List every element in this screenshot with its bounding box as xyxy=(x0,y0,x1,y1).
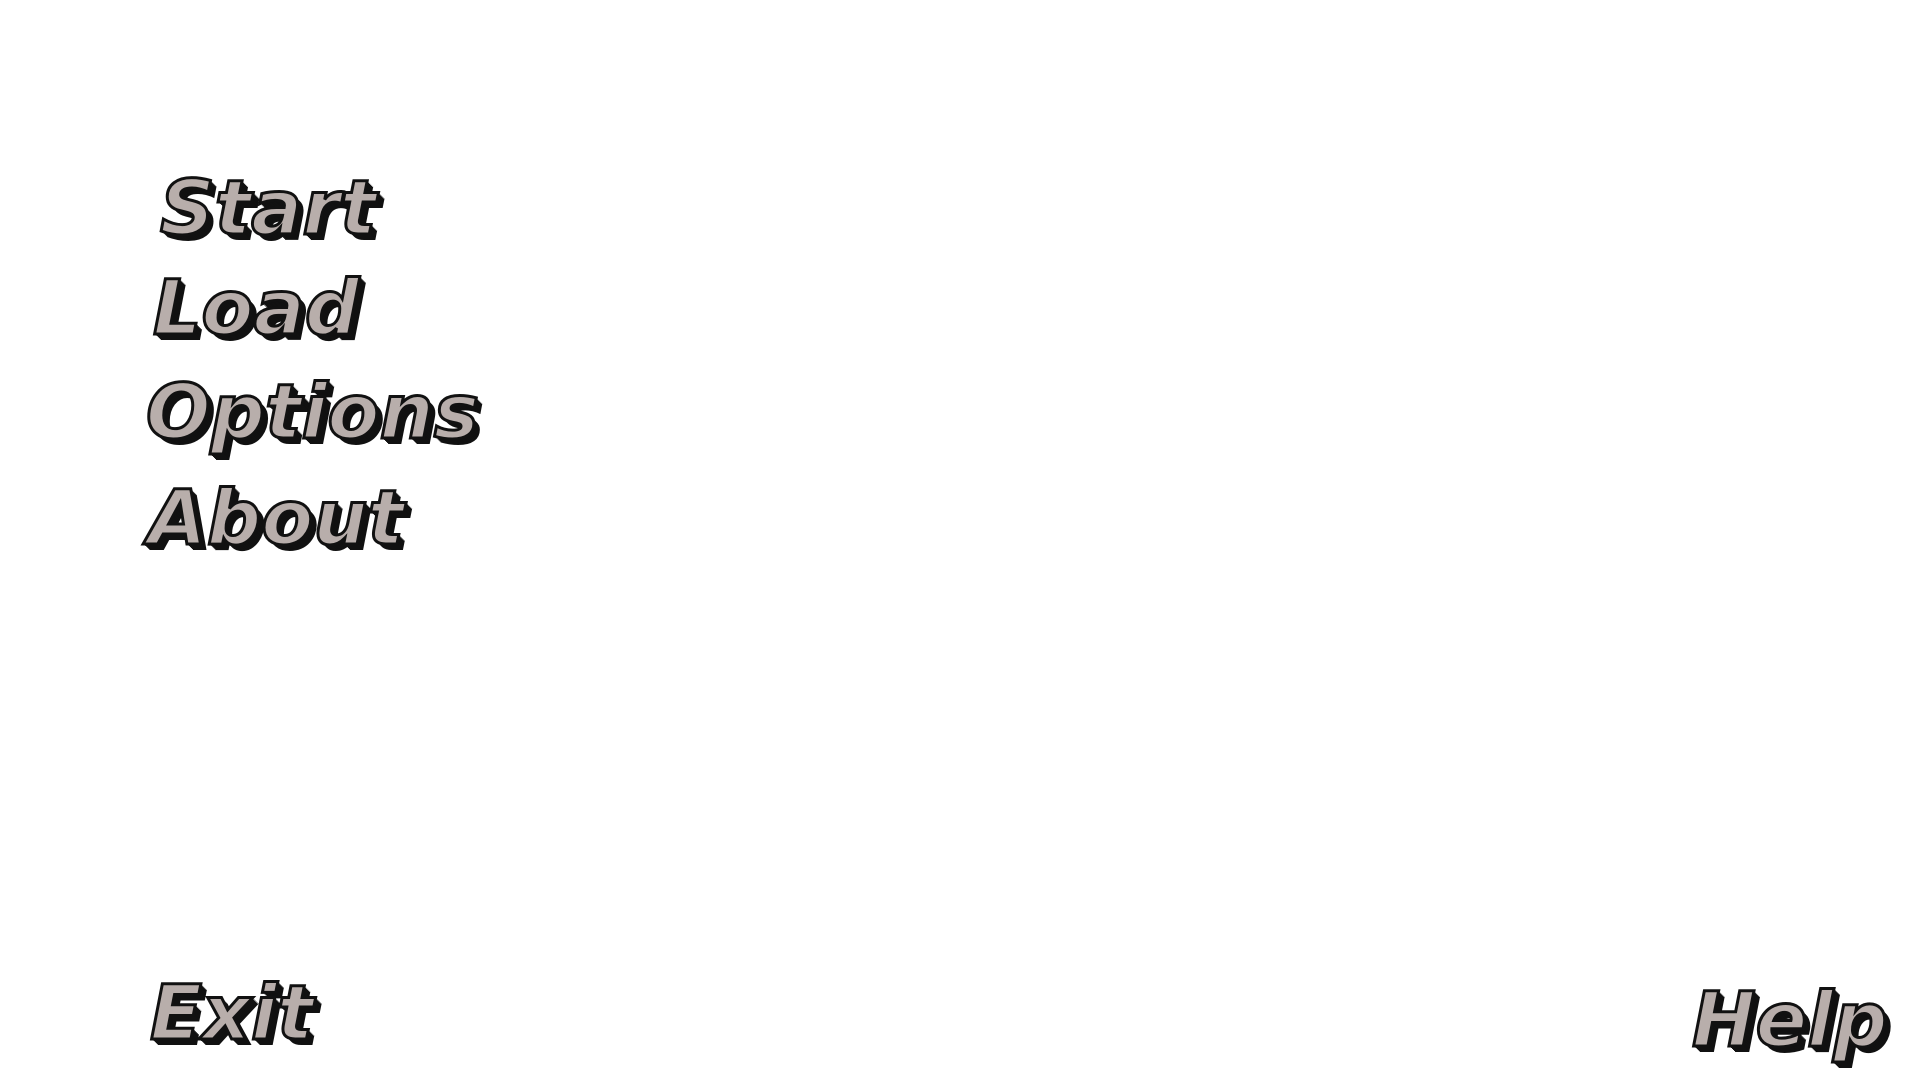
load-button[interactable]: Load xyxy=(151,268,360,347)
options-button[interactable]: Options xyxy=(145,372,481,451)
game-main-menu-screen: Start Load Options About Exit Help xyxy=(0,0,1920,1080)
exit-button[interactable]: Exit xyxy=(148,973,314,1052)
help-button[interactable]: Help xyxy=(1691,980,1890,1059)
about-button[interactable]: About xyxy=(147,478,406,557)
start-button[interactable]: Start xyxy=(158,168,377,247)
